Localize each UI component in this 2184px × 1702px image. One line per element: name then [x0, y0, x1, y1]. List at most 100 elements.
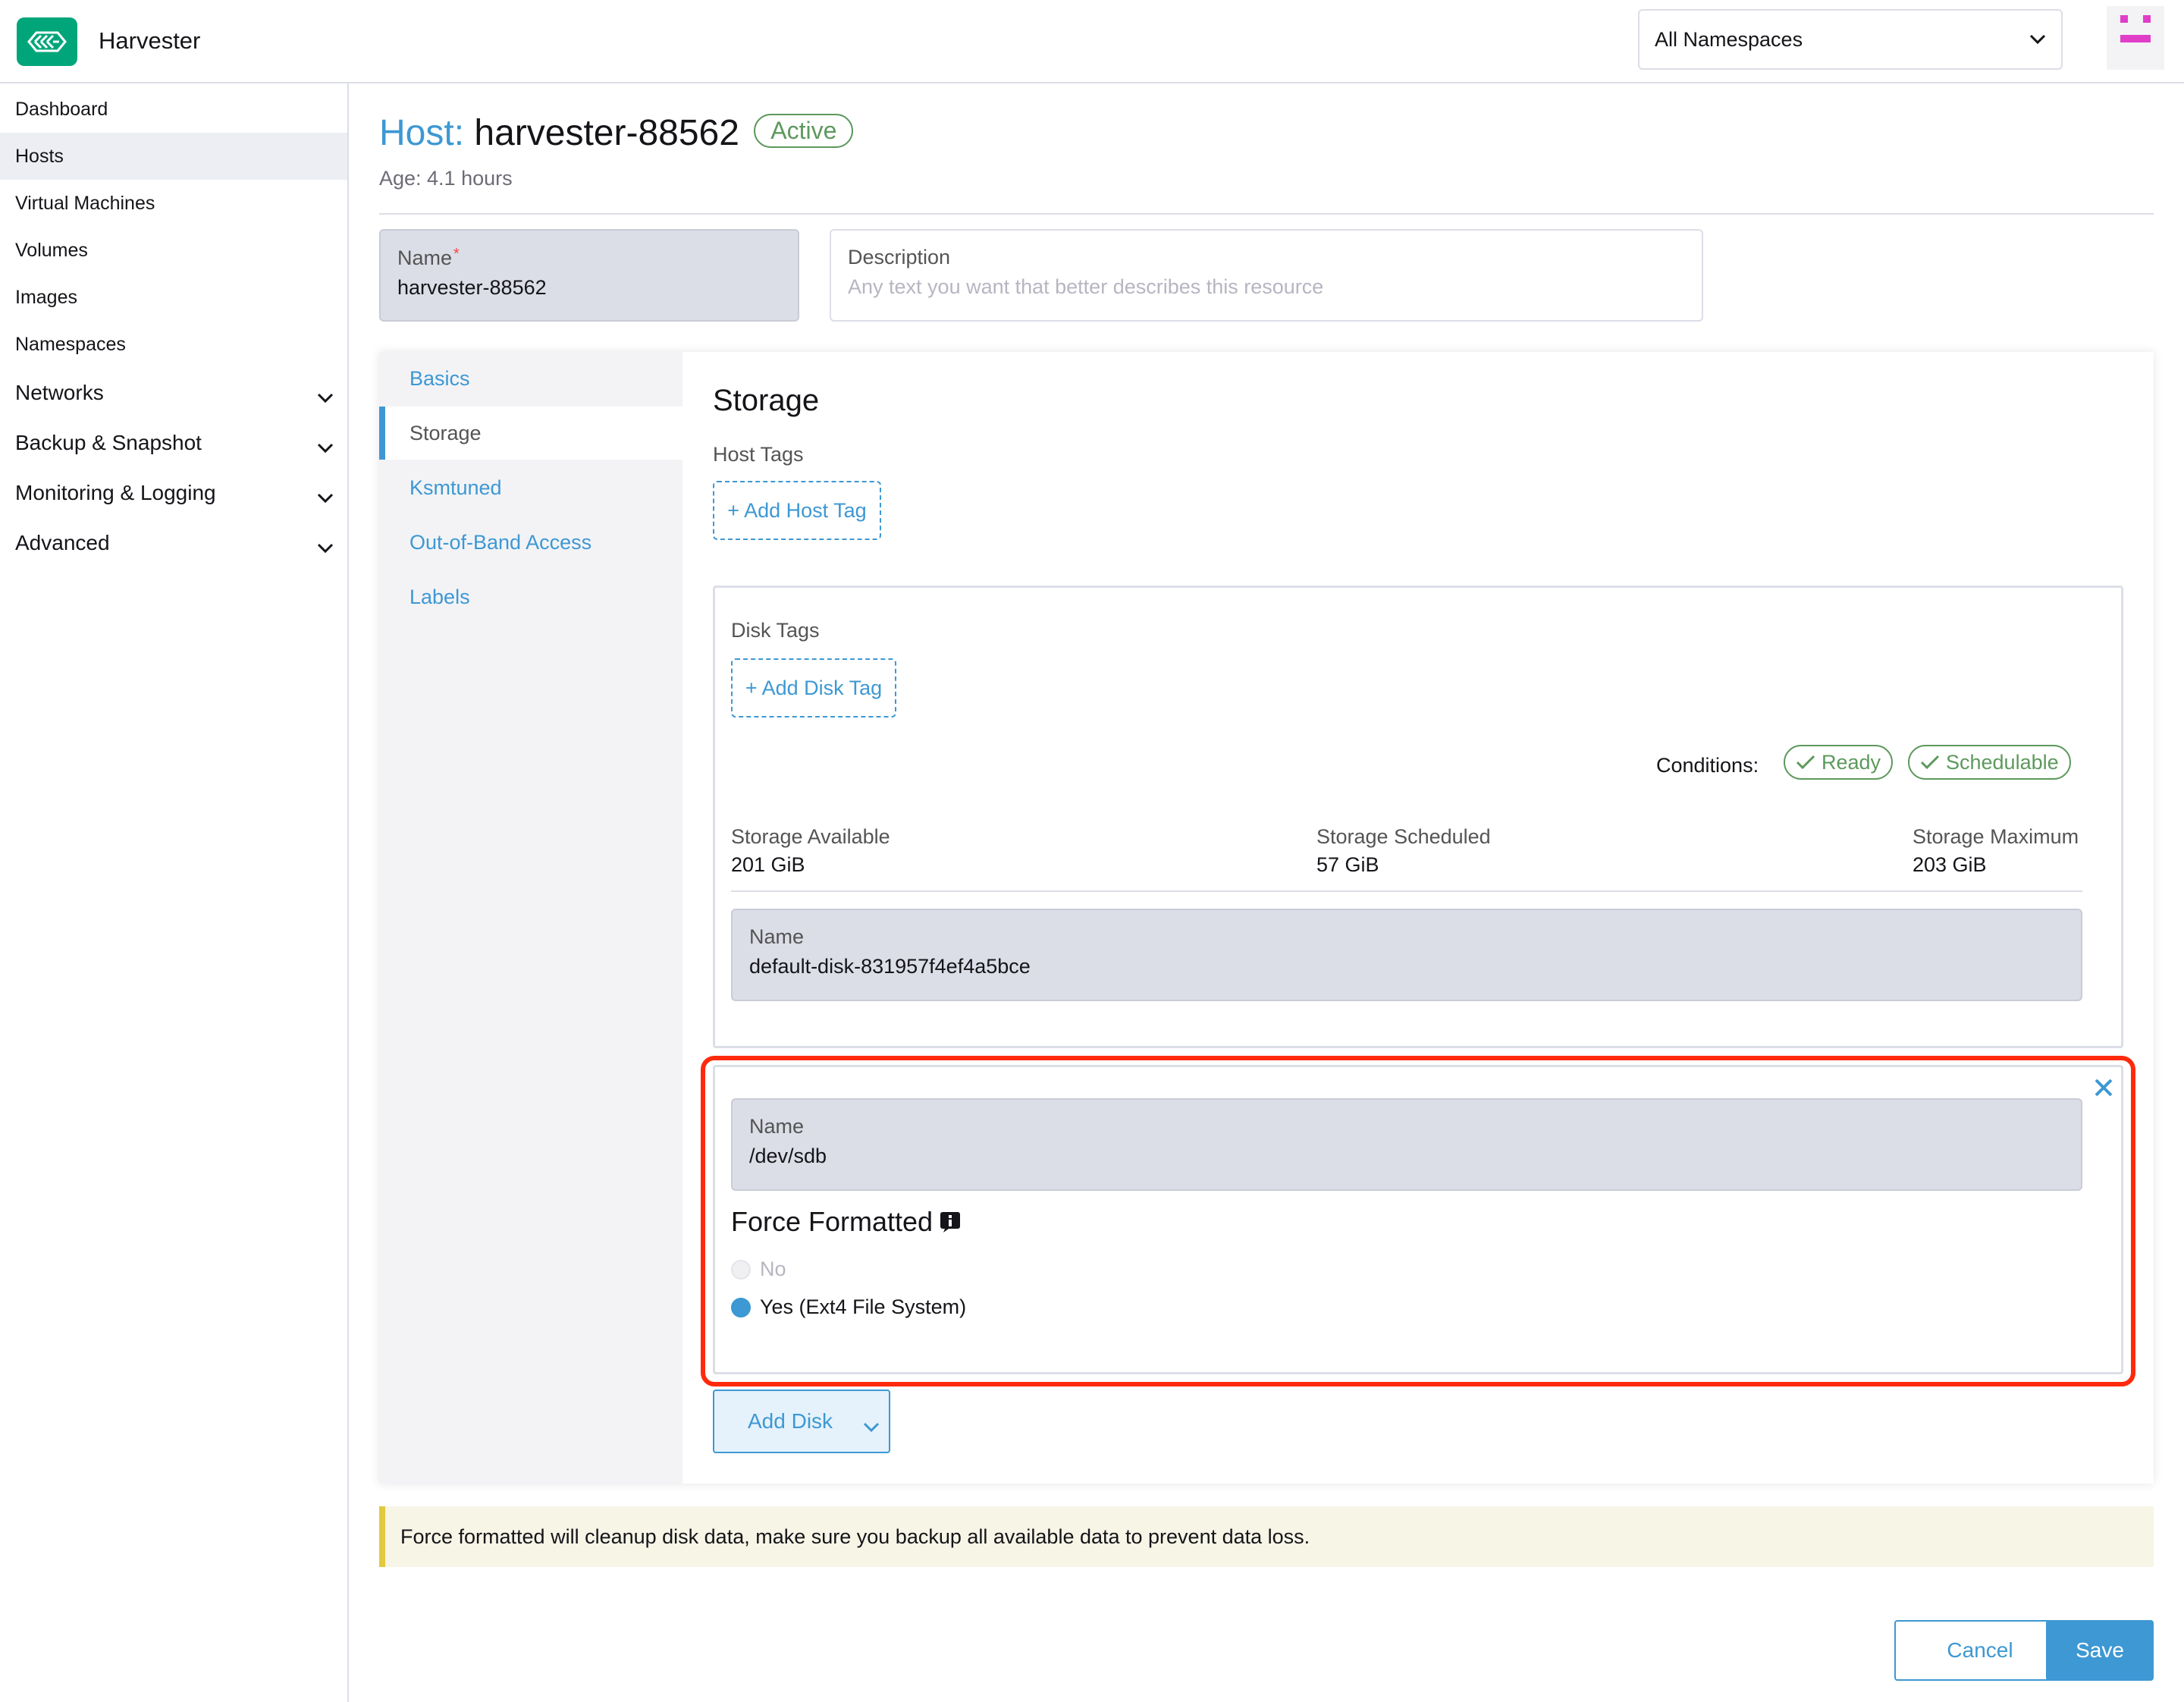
chevron-down-icon — [317, 435, 334, 459]
sidebar: Dashboard Hosts Virtual Machines Volumes… — [0, 83, 349, 1702]
sidebar-group-label: Monitoring & Logging — [15, 481, 216, 504]
description-field-label: Description — [848, 246, 951, 268]
add-disk-tag-button[interactable]: + Add Disk Tag — [731, 658, 896, 718]
namespace-select-value: All Namespaces — [1655, 27, 1803, 51]
sidebar-item-label: Volumes — [15, 239, 88, 261]
cancel-button[interactable]: Cancel — [1894, 1620, 2066, 1681]
radio-button[interactable] — [731, 1259, 751, 1280]
status-badge: Active — [754, 114, 854, 148]
radio-label: Yes (Ext4 File System) — [760, 1295, 967, 1318]
sidebar-group-backup-snapshot[interactable]: Backup & Snapshot — [0, 419, 347, 466]
disk-name-label: Name — [749, 925, 805, 948]
tab-basics[interactable]: Basics — [379, 352, 682, 405]
tab-storage[interactable]: Storage — [379, 407, 682, 460]
sidebar-group-label: Networks — [15, 381, 104, 404]
chevron-down-icon — [2029, 34, 2046, 45]
description-field-placeholder[interactable]: Any text you want that better describes … — [848, 275, 1685, 299]
tab-label: Storage — [410, 421, 482, 444]
harvester-logo[interactable] — [17, 17, 77, 66]
radio-label: No — [760, 1258, 786, 1280]
namespace-select[interactable]: All Namespaces — [1638, 9, 2063, 70]
disk-name-value: /dev/sdb — [749, 1145, 827, 1167]
disk-name-label: Name — [749, 1115, 805, 1138]
sidebar-item-volumes[interactable]: Volumes — [0, 227, 347, 274]
force-formatted-heading: Force Formatted — [731, 1206, 962, 1238]
required-marker: * — [453, 246, 460, 262]
tab-label: Ksmtuned — [410, 476, 502, 499]
chevron-down-icon — [317, 485, 334, 509]
sidebar-item-label: Hosts — [15, 145, 64, 167]
age-text: Age: 4.1 hours — [379, 167, 513, 190]
host-tags-label: Host Tags — [713, 443, 804, 466]
sidebar-item-virtual-machines[interactable]: Virtual Machines — [0, 180, 347, 227]
stat-value: 57 GiB — [1316, 853, 1379, 876]
warning-banner-text: Force formatted will cleanup disk data, … — [400, 1525, 1310, 1548]
description-field[interactable]: Description Any text you want that bette… — [830, 229, 1703, 322]
info-icon — [940, 1212, 961, 1233]
stat-storage-maximum: Storage Maximum 203 GiB — [1913, 825, 2079, 877]
sidebar-item-images[interactable]: Images — [0, 274, 347, 321]
sidebar-group-label: Backup & Snapshot — [15, 431, 202, 454]
tab-label: Out-of-Band Access — [410, 530, 592, 554]
sidebar-item-namespaces[interactable]: Namespaces — [0, 321, 347, 368]
page-title: Host: harvester-88562 Active — [379, 112, 854, 154]
name-field-label: Name — [397, 247, 453, 269]
tab-label: Basics — [410, 366, 470, 390]
app-title: Harvester — [99, 27, 201, 54]
sidebar-group-advanced[interactable]: Advanced — [0, 520, 347, 567]
chevron-down-icon[interactable] — [863, 1414, 880, 1438]
stat-storage-available: Storage Available 201 GiB — [731, 825, 890, 877]
name-field-value: harvester-88562 — [397, 276, 547, 299]
stat-value: 201 GiB — [731, 853, 805, 876]
stat-storage-scheduled: Storage Scheduled 57 GiB — [1316, 825, 1491, 877]
check-icon — [1920, 755, 1940, 770]
stat-key: Storage Available — [731, 825, 890, 848]
add-disk-label: Add Disk — [748, 1409, 833, 1433]
divider — [731, 890, 2082, 892]
stat-key: Storage Scheduled — [1316, 825, 1491, 848]
sidebar-item-dashboard[interactable]: Dashboard — [0, 86, 347, 133]
sidebar-item-label: Dashboard — [15, 98, 108, 120]
add-host-tag-button[interactable]: + Add Host Tag — [713, 481, 881, 540]
chevron-down-icon — [317, 385, 334, 409]
sidebar-item-label: Virtual Machines — [15, 192, 155, 214]
sidebar-group-networks[interactable]: Networks — [0, 369, 347, 416]
storage-heading: Storage — [713, 384, 820, 417]
top-header: Harvester All Namespaces — [0, 0, 2184, 83]
add-disk-button[interactable]: Add Disk — [713, 1390, 890, 1453]
warning-banner: Force formatted will cleanup disk data, … — [379, 1506, 2154, 1567]
radio-button[interactable] — [731, 1297, 751, 1317]
condition-badge-schedulable: Schedulable — [1908, 745, 2071, 780]
tab-label: Labels — [410, 585, 470, 608]
new-disk-name-field: Name /dev/sdb — [731, 1098, 2082, 1191]
condition-badge-ready: Ready — [1784, 745, 1894, 780]
sidebar-item-label: Namespaces — [15, 333, 126, 355]
tab-list: Basics Storage Ksmtuned Out-of-Band Acce… — [379, 352, 682, 1484]
name-field: Name * harvester-88562 — [379, 229, 799, 322]
sidebar-item-hosts[interactable]: Hosts — [0, 133, 347, 180]
disk-name-value: default-disk-831957f4ef4a5bce — [749, 955, 1031, 978]
page-title-prefix[interactable]: Host: — [379, 113, 464, 153]
force-formatted-label: Force Formatted — [731, 1206, 934, 1237]
condition-label: Schedulable — [1946, 750, 2059, 774]
disk-tags-label: Disk Tags — [731, 619, 820, 642]
divider — [379, 213, 2154, 215]
stat-value: 203 GiB — [1913, 853, 1987, 876]
save-button[interactable]: Save — [2046, 1620, 2154, 1681]
stat-key: Storage Maximum — [1913, 825, 2079, 848]
close-icon[interactable] — [2091, 1076, 2116, 1100]
radio-option-no[interactable]: No — [731, 1258, 786, 1281]
sidebar-group-monitoring-logging[interactable]: Monitoring & Logging — [0, 469, 347, 517]
tab-ksmtuned[interactable]: Ksmtuned — [379, 461, 682, 514]
user-avatar[interactable] — [2107, 6, 2164, 70]
tab-out-of-band-access[interactable]: Out-of-Band Access — [379, 516, 682, 569]
radio-option-yes[interactable]: Yes (Ext4 File System) — [731, 1295, 966, 1319]
check-icon — [1796, 755, 1815, 770]
sidebar-item-label: Images — [15, 286, 77, 308]
page-title-name: harvester-88562 — [474, 113, 739, 153]
condition-label: Ready — [1822, 750, 1881, 774]
conditions-label: Conditions: — [1656, 754, 1759, 777]
existing-disk-name-field: Name default-disk-831957f4ef4a5bce — [731, 909, 2082, 1001]
tab-labels[interactable]: Labels — [379, 570, 682, 623]
sidebar-group-label: Advanced — [15, 531, 110, 554]
